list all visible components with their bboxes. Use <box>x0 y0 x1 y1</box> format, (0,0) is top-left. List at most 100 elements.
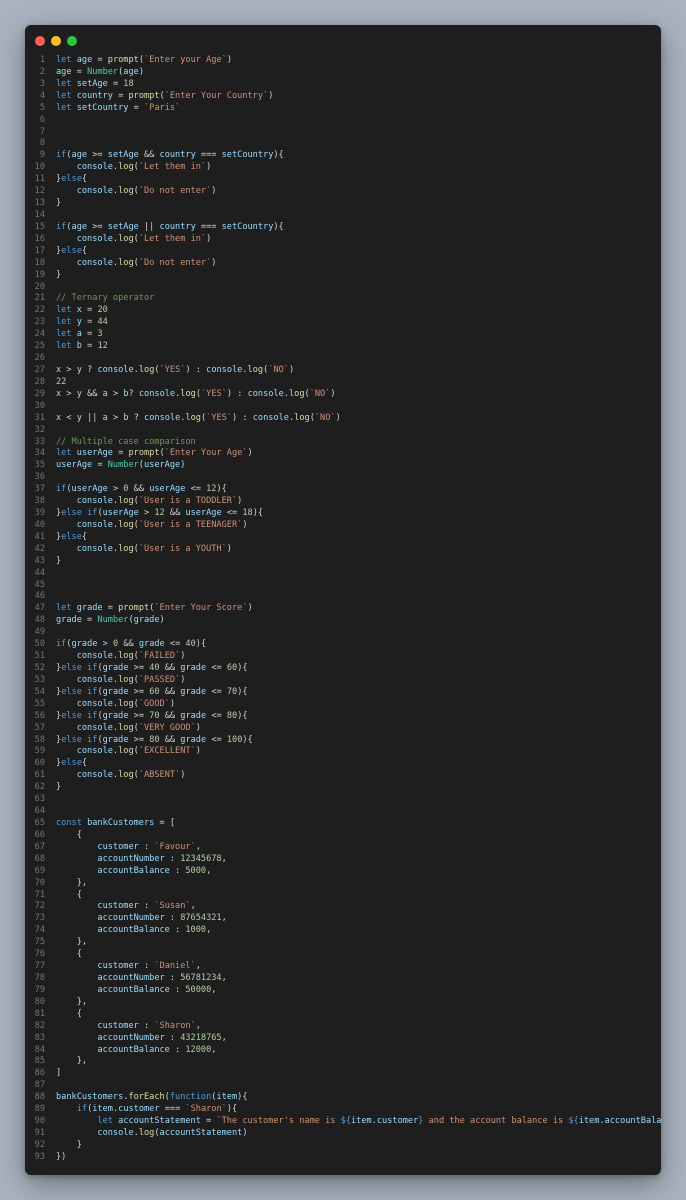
code-line: 82 customer : `Sharon`, <box>25 1021 661 1033</box>
code-line: 39}else if(userAge > 12 && userAge <= 18… <box>25 508 661 520</box>
code-line: 19} <box>25 270 661 282</box>
code-line: 24 let a = 3 <box>25 329 661 341</box>
line-number: 14 <box>34 209 45 220</box>
line-number: 31 <box>34 412 45 423</box>
line-number: 66 <box>34 829 45 840</box>
line-number: 33 <box>34 436 45 447</box>
code-line: 51 console.log(`FAILED`) <box>25 651 661 663</box>
code-line: 49 <box>25 627 661 639</box>
code-line: 23 let y = 44 <box>25 317 661 329</box>
code-line: 72 customer : `Susan`, <box>25 901 661 913</box>
line-code: accountNumber : 43218765, <box>97 1032 227 1043</box>
code-line: 85 }, <box>25 1056 661 1068</box>
line-code: } <box>56 198 62 209</box>
line-code: console.log(`Do not enter`) <box>76 186 217 197</box>
line-number: 17 <box>34 245 45 256</box>
line-code: accountNumber : 12345678, <box>97 853 227 864</box>
code-line: 11}else{ <box>25 174 661 186</box>
line-code: let setCountry = `Paris` <box>56 102 181 113</box>
code-line: 13} <box>25 198 661 210</box>
code-line: 15 if(age >= setAge || country === setCou… <box>25 222 661 234</box>
code-line: 71 { <box>25 890 661 902</box>
line-number: 81 <box>34 1008 45 1019</box>
line-code: } <box>56 269 62 280</box>
line-number: 76 <box>34 949 45 960</box>
code-line: 57 console.log(`VERY GOOD`) <box>25 723 661 735</box>
line-code: console.log(`User is a TODDLER`) <box>76 496 243 507</box>
line-number: 21 <box>34 293 45 304</box>
close-window-icon[interactable] <box>35 36 45 46</box>
code-line: 83 accountNumber : 43218765, <box>25 1033 661 1045</box>
line-number: 70 <box>34 877 45 888</box>
line-number: 84 <box>34 1044 45 1055</box>
line-number: 75 <box>34 937 45 948</box>
line-number: 39 <box>34 508 45 519</box>
line-code: 22 <box>56 376 67 387</box>
line-number: 91 <box>34 1127 45 1138</box>
line-number: 72 <box>34 901 45 912</box>
line-number: 51 <box>34 651 45 662</box>
line-code: console.log(`GOOD`) <box>76 698 176 709</box>
code-line: 22 let x = 20 <box>25 305 661 317</box>
code-window: 1 let age = prompt(`Enter your Age`) 2 age … <box>25 25 661 1175</box>
line-code: const bankCustomers = [ <box>56 818 176 828</box>
code-line: 28 22 <box>25 377 661 389</box>
line-number: 42 <box>34 543 45 554</box>
line-number: 36 <box>34 472 45 483</box>
line-number: 68 <box>34 853 45 864</box>
line-number: 18 <box>34 257 45 268</box>
code-line: 90 let accountStatement = `The customer'… <box>25 1116 661 1128</box>
line-number: 73 <box>34 913 45 924</box>
code-line: 36 <box>25 472 661 484</box>
code-line: 63 <box>25 794 661 806</box>
line-number: 61 <box>34 770 45 781</box>
line-code: let country = prompt(`Enter Your Country… <box>56 90 274 101</box>
code-line: 84 accountBalance : 12000, <box>25 1045 661 1057</box>
code-line: 17}else{ <box>25 246 661 258</box>
code-line: 86] <box>25 1068 661 1080</box>
zoom-window-icon[interactable] <box>67 36 77 46</box>
code-line: 35 userAge = Number(userAge) <box>25 460 661 472</box>
line-code: customer : `Daniel`, <box>97 961 201 972</box>
line-number: 71 <box>34 889 45 900</box>
code-editor[interactable]: 1 let age = prompt(`Enter your Age`) 2 age … <box>25 55 661 1175</box>
code-line: 79 accountBalance : 50000, <box>25 985 661 997</box>
code-line: 56}else if(grade >= 70 && grade <= 80){ <box>25 711 661 723</box>
code-line: 25 let b = 12 <box>25 341 661 353</box>
line-number: 6 <box>39 114 45 125</box>
code-line: 73 accountNumber : 87654321, <box>25 913 661 925</box>
code-line: 88 bankCustomers.forEach(function(item){ <box>25 1092 661 1104</box>
line-number: 2 <box>39 66 45 77</box>
line-code: let age = prompt(`Enter your Age`) <box>56 55 232 65</box>
line-code: }) <box>56 1151 67 1162</box>
line-number: 32 <box>34 424 45 435</box>
line-code: let x = 20 <box>56 305 108 316</box>
line-code: let grade = prompt(`Enter Your Score`) <box>56 603 253 614</box>
line-code: let b = 12 <box>56 341 108 352</box>
line-number: 59 <box>34 746 45 757</box>
line-number: 60 <box>34 758 45 769</box>
line-code: { <box>56 1008 82 1019</box>
code-line: 54}else if(grade >= 60 && grade <= 70){ <box>25 687 661 699</box>
code-line: 69 accountBalance : 5000, <box>25 866 661 878</box>
line-code: age = Number(age) <box>56 66 145 77</box>
line-code: console.log(accountStatement) <box>97 1127 248 1138</box>
line-code: let y = 44 <box>56 317 108 328</box>
code-line: 5 let setCountry = `Paris` <box>25 103 661 115</box>
line-number: 63 <box>34 794 45 805</box>
code-line: 61 console.log(`ABSENT`) <box>25 770 661 782</box>
line-code: x < y || a > b ? console.log(`YES`) : co… <box>56 412 341 423</box>
code-line: 59 console.log(`EXCELLENT`) <box>25 746 661 758</box>
line-code: grade = Number(grade) <box>56 615 165 626</box>
line-number: 48 <box>34 615 45 626</box>
line-number: 8 <box>39 138 45 149</box>
minimize-window-icon[interactable] <box>51 36 61 46</box>
line-number: 50 <box>34 639 45 650</box>
line-code: }, <box>56 877 88 888</box>
line-number: 87 <box>34 1080 45 1091</box>
